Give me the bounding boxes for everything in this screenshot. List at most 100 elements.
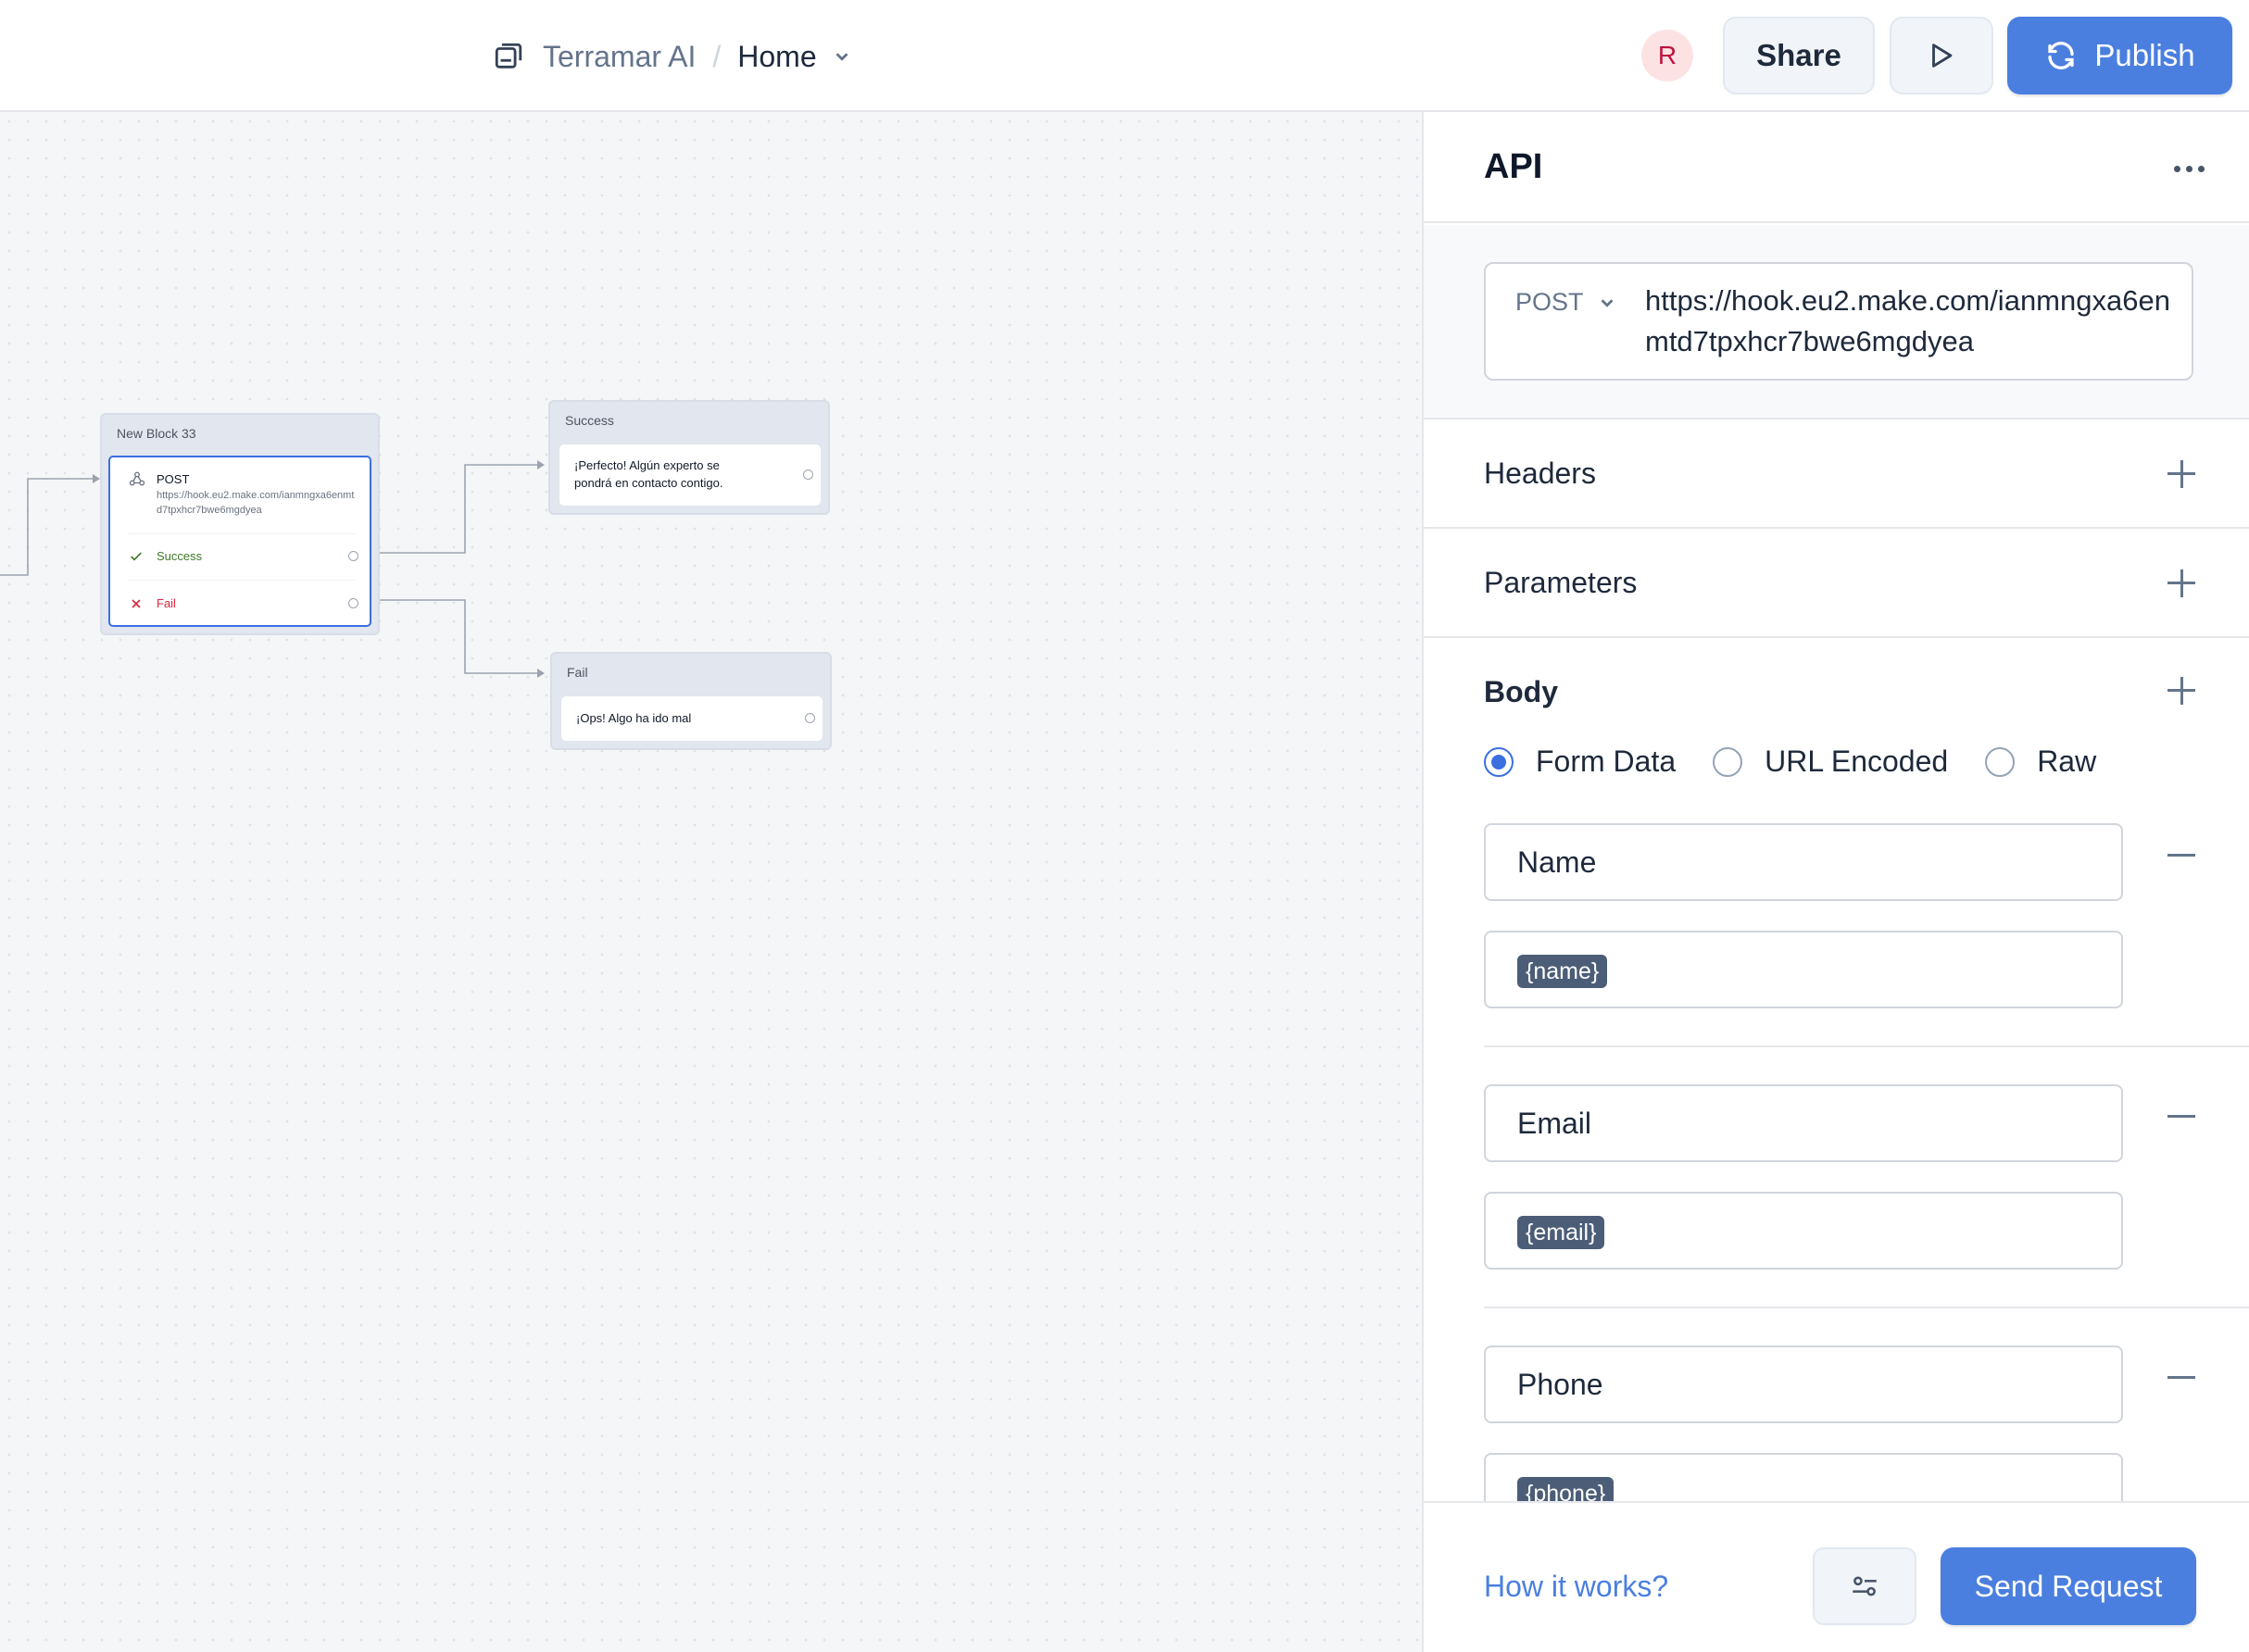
radio-url-encoded[interactable]: URL Encoded xyxy=(1713,745,1948,779)
panel-title: API xyxy=(1484,147,1543,186)
success-block[interactable]: Success ¡Perfecto! Algún experto se pond… xyxy=(548,400,830,515)
headers-section: Headers xyxy=(1424,421,2249,529)
fail-block[interactable]: Fail ¡Ops! Algo ha ido mal xyxy=(550,652,832,750)
field-key: Email xyxy=(1517,1107,1592,1140)
test-settings-button[interactable] xyxy=(1813,1547,1916,1625)
radio-label: URL Encoded xyxy=(1765,745,1949,778)
incoming-arrow xyxy=(93,474,100,483)
message-line-2: pondrá en contacto contigo. xyxy=(574,476,723,490)
chevron-down-icon xyxy=(1601,298,1613,307)
add-body-field-plus-icon[interactable] xyxy=(2165,673,2198,707)
incoming-edge xyxy=(0,478,98,576)
check-icon xyxy=(131,552,142,561)
body-key-field[interactable]: Email xyxy=(1484,1084,2123,1162)
radio-circle[interactable] xyxy=(1484,746,1514,777)
radio-label: Raw xyxy=(2037,745,2097,778)
panel-header: API xyxy=(1424,112,2249,223)
panel-scroll-area[interactable]: API POST https://hook.eu2.make.com/ianmn… xyxy=(1424,112,2249,1501)
breadcrumb: Terramar AI / Home xyxy=(493,35,852,78)
panel-footer: How it works? Send Request xyxy=(1424,1501,2249,1652)
success-arrow xyxy=(537,460,545,469)
success-edge xyxy=(369,464,543,554)
field-key: Phone xyxy=(1517,1368,1603,1401)
body-key-field[interactable]: Name xyxy=(1484,823,2123,901)
output-port[interactable] xyxy=(805,713,815,723)
url-input[interactable]: https://hook.eu2.make.com/ianmngxa6enmtd… xyxy=(1645,281,2182,362)
api-method: POST xyxy=(157,472,190,486)
how-it-works-link[interactable]: How it works? xyxy=(1484,1570,1668,1604)
divider xyxy=(1484,1307,2249,1308)
top-bar: Terramar AI / Home R Share Publish xyxy=(0,0,2249,112)
api-step-card[interactable]: POST https://hook.eu2.make.com/ianmngxa6… xyxy=(108,456,371,627)
body-value-field[interactable]: {email} xyxy=(1484,1192,2123,1270)
message-line-1: ¡Perfecto! Algún experto se xyxy=(574,458,720,472)
add-header-plus-icon[interactable] xyxy=(2165,457,2198,490)
breadcrumb-separator: / xyxy=(712,39,722,73)
block-title: Success xyxy=(565,413,614,428)
api-block[interactable]: New Block 33 POST https://hook.eu2.make.… xyxy=(100,413,380,635)
publish-button[interactable]: Publish xyxy=(2007,17,2232,94)
variable-tag: {email} xyxy=(1517,1216,1605,1249)
block-title: New Block 33 xyxy=(117,426,196,441)
remove-field-minus-icon[interactable] xyxy=(2165,1360,2198,1394)
share-label: Share xyxy=(1756,38,1841,72)
method-select[interactable]: POST xyxy=(1515,288,1617,317)
request-url-field[interactable]: POST https://hook.eu2.make.com/ianmngxa6… xyxy=(1484,262,2193,381)
preview-button[interactable] xyxy=(1890,17,1993,94)
api-url: https://hook.eu2.make.com/ianmngxa6enmtd… xyxy=(157,490,355,516)
sliders-icon xyxy=(1853,1576,1877,1596)
message-card[interactable]: ¡Ops! Algo ha ido mal xyxy=(561,696,823,741)
avatar-initial: R xyxy=(1657,41,1677,69)
remove-field-minus-icon[interactable] xyxy=(2165,1099,2198,1133)
success-output-label: Success xyxy=(157,549,203,563)
block-title: Fail xyxy=(567,665,588,680)
fail-arrow xyxy=(537,669,545,678)
send-request-label: Send Request xyxy=(1974,1569,2163,1603)
body-key-field[interactable]: Phone xyxy=(1484,1345,2123,1423)
divider xyxy=(129,533,357,534)
radio-form-data[interactable]: Form Data xyxy=(1484,745,1676,779)
flow-canvas[interactable]: New Block 33 POST https://hook.eu2.make.… xyxy=(0,112,1422,1652)
success-port[interactable] xyxy=(348,551,358,561)
webhook-icon xyxy=(129,471,145,486)
workspace-icon xyxy=(495,43,522,69)
connectors xyxy=(0,460,545,678)
radio-raw[interactable]: Raw xyxy=(1985,745,2096,779)
radio-circle[interactable] xyxy=(1985,746,2016,777)
request-url-section: POST https://hook.eu2.make.com/ianmngxa6… xyxy=(1424,225,2249,419)
radio-circle[interactable] xyxy=(1713,746,1743,777)
body-value-field[interactable]: {name} xyxy=(1484,931,2123,1008)
fail-output-label: Fail xyxy=(157,596,176,610)
field-key: Name xyxy=(1517,845,1597,879)
message-card[interactable]: ¡Perfecto! Algún experto se pondrá en co… xyxy=(559,444,821,506)
add-parameter-plus-icon[interactable] xyxy=(2165,566,2198,599)
chevron-down-icon[interactable] xyxy=(832,46,852,67)
body-value-field[interactable]: {phone} xyxy=(1484,1453,2123,1501)
body-type-radio-group: Form Data URL Encoded Raw xyxy=(1484,745,2133,779)
message-text: ¡Ops! Algo ha ido mal xyxy=(576,711,692,725)
radio-label: Form Data xyxy=(1536,745,1677,778)
play-icon xyxy=(1932,44,1953,68)
share-button[interactable]: Share xyxy=(1723,17,1875,94)
remove-field-minus-icon[interactable] xyxy=(2165,838,2198,871)
more-options-icon[interactable] xyxy=(2165,155,2213,182)
parameters-label: Parameters xyxy=(1484,566,1638,599)
method-value: POST xyxy=(1515,288,1584,316)
breadcrumb-workspace[interactable]: Terramar AI xyxy=(543,40,696,74)
api-settings-panel: API POST https://hook.eu2.make.com/ianmn… xyxy=(1422,112,2249,1652)
fail-edge xyxy=(369,599,543,674)
output-port[interactable] xyxy=(803,469,813,480)
body-label: Body xyxy=(1484,675,1558,708)
variable-tag: {name} xyxy=(1517,955,1608,988)
divider xyxy=(1484,1045,2249,1047)
close-icon xyxy=(132,599,141,608)
divider xyxy=(129,580,357,581)
send-request-button[interactable]: Send Request xyxy=(1941,1547,2196,1625)
refresh-icon xyxy=(2048,42,2075,69)
breadcrumb-page[interactable]: Home xyxy=(737,40,816,74)
avatar[interactable]: R xyxy=(1641,30,1693,81)
variable-tag: {phone} xyxy=(1517,1477,1615,1501)
fail-port[interactable] xyxy=(348,598,358,608)
publish-label: Publish xyxy=(2094,38,2195,72)
parameters-section: Parameters xyxy=(1424,531,2249,638)
